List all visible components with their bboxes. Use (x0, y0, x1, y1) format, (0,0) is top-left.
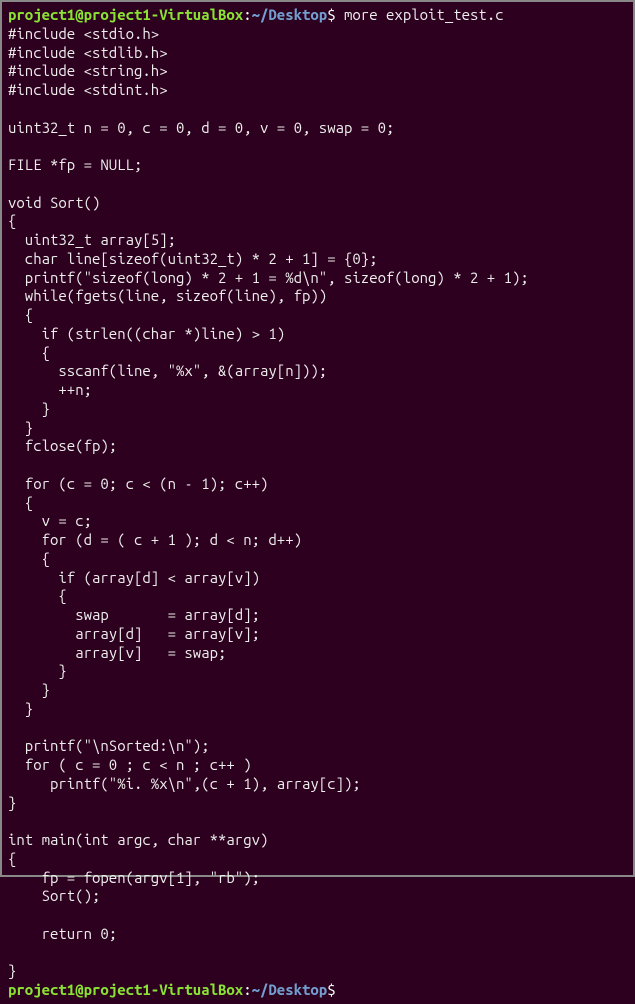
code-line: for ( c = 0 ; c < n ; c++ ) (8, 756, 252, 773)
code-line: fclose(fp); (8, 437, 117, 454)
code-line: if (strlen((char *)line) > 1) (8, 325, 285, 342)
terminal-window[interactable]: project1@project1-VirtualBox:~/Desktop$ … (2, 2, 633, 1004)
code-line: #include <stdio.h> (8, 25, 159, 42)
code-line: sscanf(line, "%x", &(array[n])); (8, 362, 327, 379)
code-line: array[v] = swap; (8, 644, 226, 661)
command-text: more exploit_test.c (344, 6, 504, 23)
code-line: { (8, 306, 33, 323)
code-line: { (8, 494, 33, 511)
code-line: } (8, 794, 16, 811)
code-line: #include <string.h> (8, 62, 168, 79)
code-line: swap = array[d]; (8, 606, 260, 623)
code-line: int main(int argc, char **argv) (8, 831, 268, 848)
prompt2-user-host: project1@project1-VirtualBox (8, 981, 243, 998)
prompt2-sep2: $ (327, 981, 335, 998)
code-line: fp = fopen(argv[1], "rb"); (8, 869, 260, 886)
code-line: { (8, 344, 50, 361)
code-line: v = c; (8, 512, 92, 529)
code-line: { (8, 550, 50, 567)
code-line: printf("%i. %x\n",(c + 1), array[c]); (8, 775, 361, 792)
code-line: uint32_t n = 0, c = 0, d = 0, v = 0, swa… (8, 119, 394, 136)
code-line: } (8, 681, 50, 698)
code-line: uint32_t array[5]; (8, 231, 176, 248)
code-line: FILE *fp = NULL; (8, 156, 142, 173)
code-line: while(fgets(line, sizeof(line), fp)) (8, 287, 327, 304)
code-line: return 0; (8, 925, 117, 942)
code-line: ++n; (8, 381, 92, 398)
code-line: if (array[d] < array[v]) (8, 569, 260, 586)
code-line: printf("sizeof(long) * 2 + 1 = %d\n", si… (8, 269, 529, 286)
code-line: { (8, 212, 16, 229)
code-line: array[d] = array[v]; (8, 625, 260, 642)
code-line: } (8, 962, 16, 979)
code-line: for (c = 0; c < (n - 1); c++) (8, 475, 268, 492)
code-line: } (8, 400, 50, 417)
code-line: void Sort() (8, 194, 100, 211)
code-line: char line[sizeof(uint32_t) * 2 + 1] = {0… (8, 250, 378, 267)
code-line: for (d = ( c + 1 ); d < n; d++) (8, 531, 302, 548)
code-line: #include <stdint.h> (8, 81, 168, 98)
code-line: { (8, 850, 16, 867)
code-line: printf("\nSorted:\n"); (8, 737, 210, 754)
prompt2-path: ~/Desktop (252, 981, 328, 998)
prompt2-sep1: : (243, 981, 251, 998)
prompt-path: ~/Desktop (252, 6, 328, 23)
code-line: } (8, 662, 67, 679)
code-line: } (8, 419, 33, 436)
code-line: Sort(); (8, 887, 100, 904)
prompt-sep1: : (243, 6, 251, 23)
prompt-user-host: project1@project1-VirtualBox (8, 6, 243, 23)
code-line: } (8, 700, 33, 717)
code-line: { (8, 587, 67, 604)
prompt-sep2: $ (327, 6, 344, 23)
code-line: #include <stdlib.h> (8, 44, 168, 61)
